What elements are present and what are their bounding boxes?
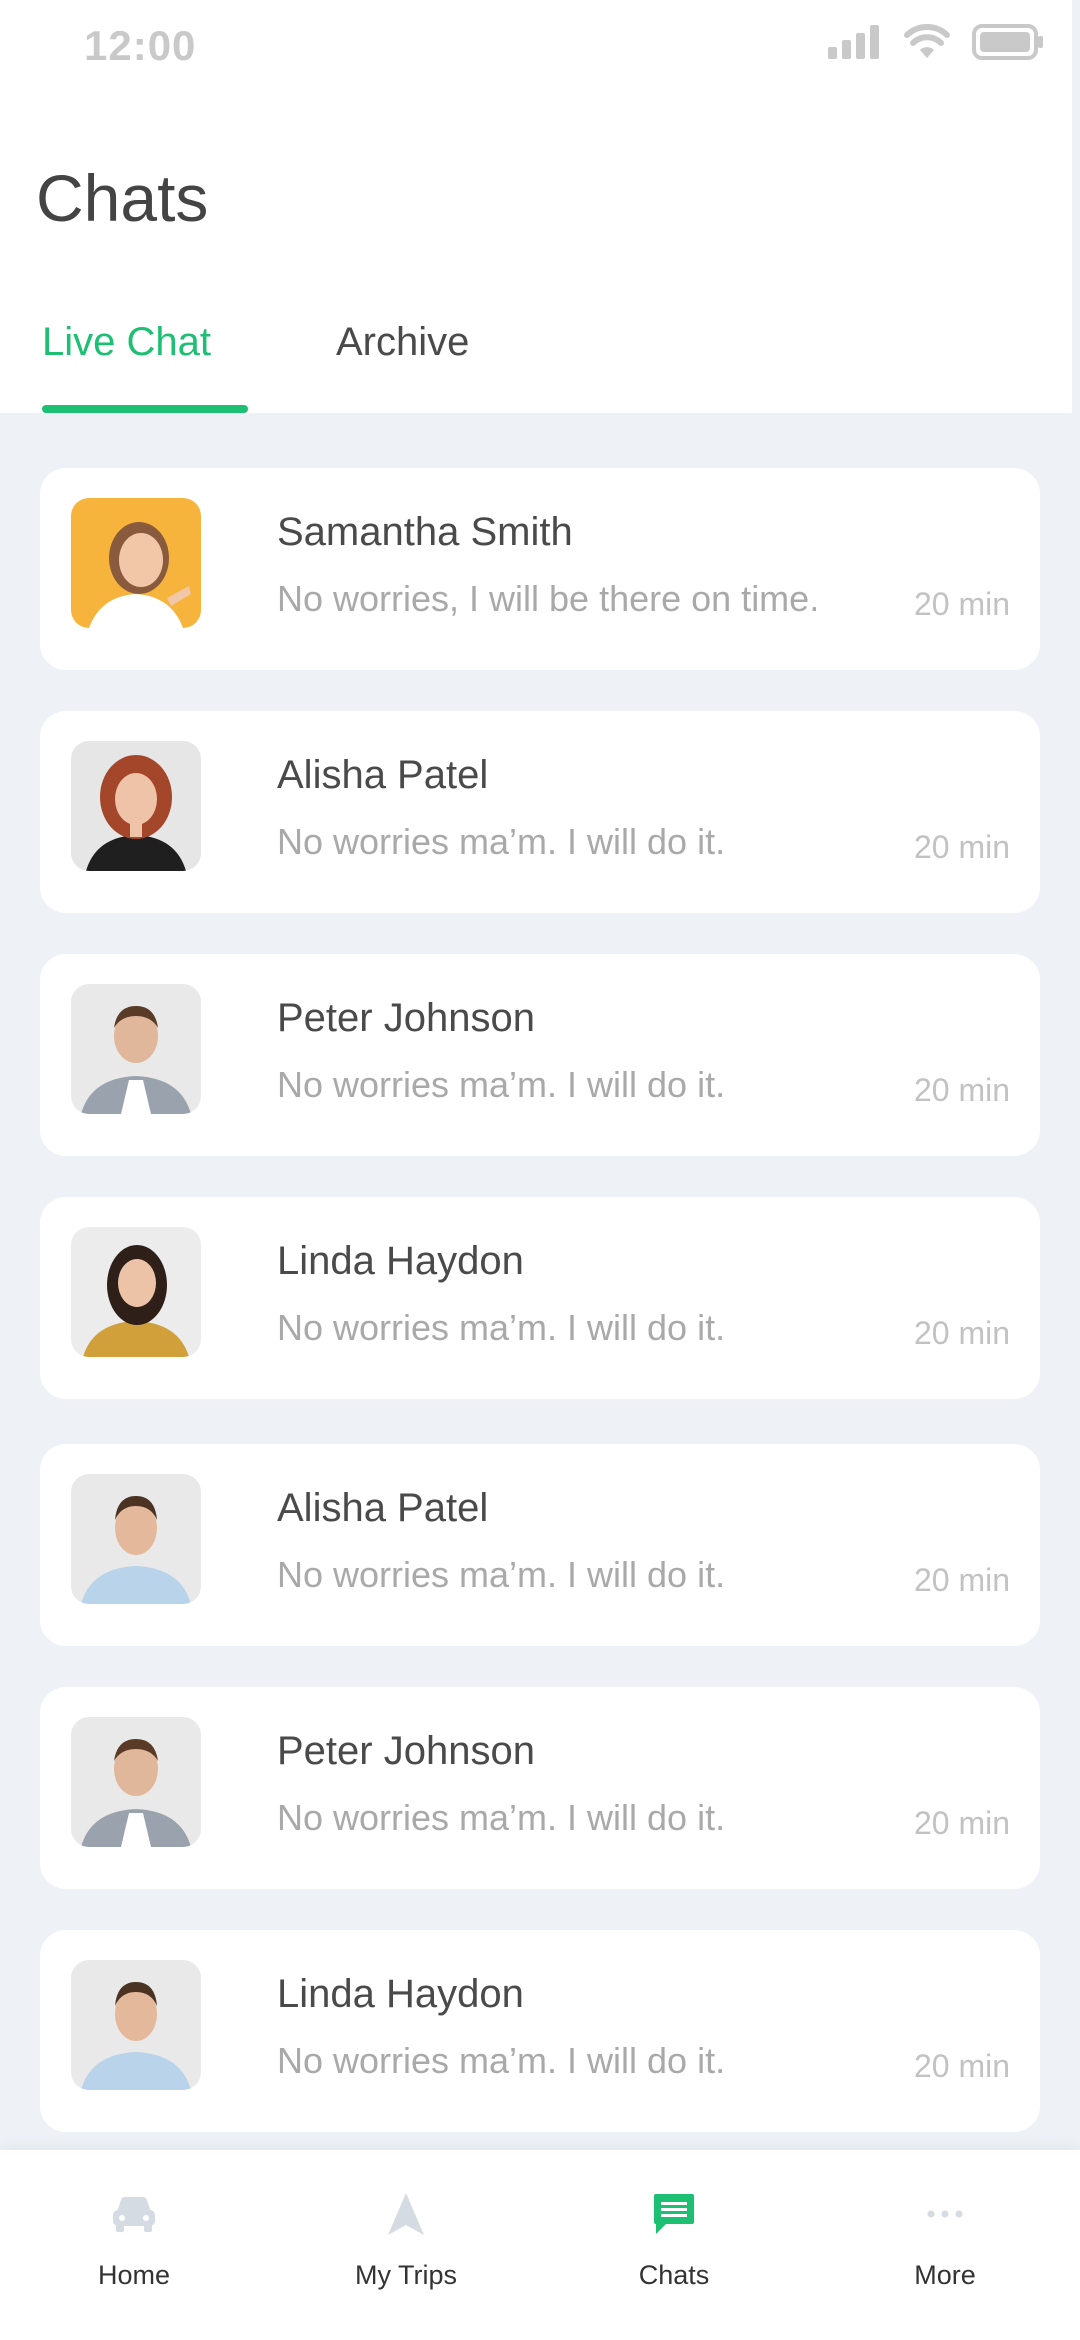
last-message: No worries ma’m. I will do it. bbox=[277, 821, 726, 862]
message-time: 20 min bbox=[913, 1315, 1010, 1351]
avatar bbox=[71, 498, 201, 628]
chat-list-item[interactable]: Alisha Patel No worries ma’m. I will do … bbox=[40, 711, 1040, 913]
nav-item-my-trips[interactable]: My Trips bbox=[306, 2188, 506, 2291]
battery-icon bbox=[972, 24, 1043, 60]
tab-archive[interactable]: Archive bbox=[336, 320, 469, 365]
navigation-arrow-icon bbox=[388, 2193, 424, 2235]
contact-name: Linda Haydon bbox=[277, 1239, 524, 1283]
contact-name: Peter Johnson bbox=[277, 996, 535, 1040]
last-message: No worries ma’m. I will do it. bbox=[277, 1307, 726, 1348]
car-icon bbox=[113, 2197, 155, 2232]
nav-item-chats[interactable]: Chats bbox=[574, 2188, 774, 2291]
status-bar: 12:00 bbox=[0, 0, 1080, 95]
contact-name: Alisha Patel bbox=[277, 753, 489, 797]
chat-list-item[interactable]: Peter Johnson No worries ma’m. I will do… bbox=[40, 1687, 1040, 1889]
chat-list-item[interactable]: Linda Haydon No worries ma’m. I will do … bbox=[40, 1197, 1040, 1399]
contact-name: Linda Haydon bbox=[277, 1972, 524, 2016]
last-message: No worries ma’m. I will do it. bbox=[277, 1064, 726, 1105]
contact-name: Alisha Patel bbox=[277, 1486, 489, 1530]
last-message: No worries, I will be there on time. bbox=[277, 578, 820, 619]
more-dots-icon bbox=[927, 2210, 963, 2218]
status-time: 12:00 bbox=[84, 22, 197, 69]
last-message: No worries ma’m. I will do it. bbox=[277, 1797, 726, 1838]
message-time: 20 min bbox=[913, 1562, 1010, 1598]
status-icons bbox=[828, 24, 1044, 60]
nav-item-more[interactable]: More bbox=[845, 2188, 1045, 2291]
nav-item-home[interactable]: Home bbox=[34, 2188, 234, 2291]
avatar bbox=[71, 1474, 201, 1604]
header: 12:00 Chats Live Chat Archive bbox=[0, 0, 1072, 413]
chat-list-item[interactable]: Alisha Patel No worries ma’m. I will do … bbox=[40, 1444, 1040, 1646]
message-time: 20 min bbox=[913, 829, 1010, 865]
chat-bubble-icon bbox=[654, 2194, 694, 2234]
signal-icon bbox=[828, 25, 879, 59]
nav-label-my-trips: My Trips bbox=[354, 2260, 457, 2290]
bottom-nav: Home My Trips Chats More bbox=[0, 2150, 1080, 2340]
avatar bbox=[71, 984, 201, 1114]
nav-label-home: Home bbox=[97, 2260, 171, 2290]
last-message: No worries ma’m. I will do it. bbox=[277, 2040, 726, 2081]
avatar bbox=[71, 1960, 201, 2090]
chat-list-item[interactable]: Peter Johnson No worries ma’m. I will do… bbox=[40, 954, 1040, 1156]
message-time: 20 min bbox=[913, 1072, 1010, 1108]
avatar bbox=[71, 1227, 201, 1357]
avatar bbox=[71, 741, 201, 871]
chat-list-item[interactable]: Linda Haydon No worries ma’m. I will do … bbox=[40, 1930, 1040, 2132]
message-time: 20 min bbox=[913, 1805, 1010, 1841]
chat-list-item[interactable]: Samantha Smith No worries, I will be the… bbox=[40, 468, 1040, 670]
last-message: No worries ma’m. I will do it. bbox=[277, 1554, 726, 1595]
page-title: Chats bbox=[36, 161, 209, 235]
chats-screen: 12:00 Chats Live Chat Archive Samantha S… bbox=[0, 0, 1080, 2340]
message-time: 20 min bbox=[913, 2048, 1010, 2084]
active-tab-indicator bbox=[42, 405, 248, 413]
wifi-icon bbox=[904, 24, 950, 58]
contact-name: Peter Johnson bbox=[277, 1729, 535, 1773]
contact-name: Samantha Smith bbox=[277, 510, 573, 554]
avatar bbox=[71, 1717, 201, 1847]
tab-live-chat[interactable]: Live Chat bbox=[42, 320, 211, 365]
nav-label-chats: Chats bbox=[638, 2260, 710, 2290]
nav-label-more: More bbox=[914, 2260, 976, 2290]
message-time: 20 min bbox=[913, 586, 1010, 622]
